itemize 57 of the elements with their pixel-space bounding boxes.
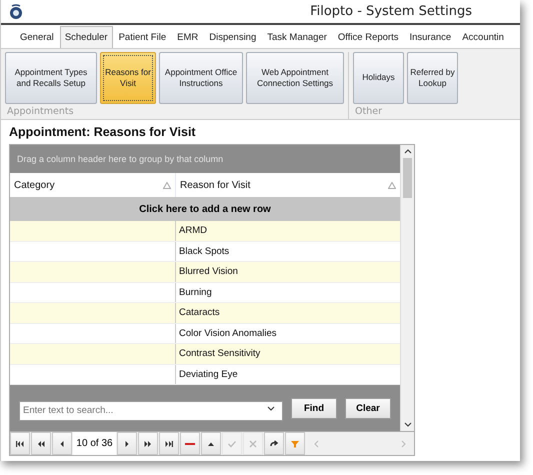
scroll-up-icon[interactable] [404,149,412,154]
cancel-icon [248,440,258,448]
table-cell-text: Burning [178,286,213,300]
tab[interactable]: Task Manager [262,26,332,48]
sort-icon [388,182,396,188]
redo-icon [269,440,279,448]
sort-icon [163,182,171,188]
group-label: Other [354,105,383,119]
ribbon-button[interactable]: Web Appointment Connection Settings [246,52,344,104]
table-cell-text: ARMD [178,224,208,238]
search-button[interactable]: Find [291,398,337,418]
add-new-row[interactable]: Click here to add a new row [10,197,400,221]
first-page-icon [15,440,25,448]
rewind-icon [36,440,46,448]
tab[interactable]: EMR [172,26,204,48]
app-logo-icon [9,4,23,20]
table-cell-text: Black Spots [178,244,230,259]
table-cell-text: Color Vision Anomalies [178,326,278,341]
ribbon-button[interactable]: Holidays [353,52,404,104]
ribbon-button[interactable]: Referred by Lookup [407,52,458,104]
scroll-thumb[interactable] [403,158,412,198]
tab[interactable]: Dispensing [204,26,262,48]
delete-button[interactable] [180,432,200,455]
dropdown-icon[interactable] [267,406,275,411]
search-button[interactable]: Clear [345,398,391,418]
ribbon-button[interactable]: Appointment Types and Recalls Setup [5,52,97,104]
table-cell-text: Deviating Eye [178,368,239,382]
tab[interactable]: Insurance [404,26,456,48]
page-heading: Appointment: Reasons for Visit [9,125,197,139]
ribbon-button[interactable]: Appointment Office Instructions [159,52,243,104]
redo-button[interactable] [264,432,284,455]
tab[interactable]: Scheduler [60,26,113,48]
search-field[interactable]: Enter text to search... [19,400,283,420]
last-page-icon [164,440,174,448]
tab[interactable]: Accountin [457,26,509,48]
first-button[interactable] [10,432,30,455]
table-cell-text: Contrast Sensitivity [178,347,262,362]
window-title: Filopto - System Settings [310,4,472,19]
group-label: Appointments [6,105,75,119]
group-panel: Drag a column header here to group by that column [10,145,400,173]
record-counter: 10 of 36 [73,432,116,455]
tab[interactable]: Patient File [114,26,172,48]
filter-icon [290,440,300,448]
checkmark-icon [227,440,237,448]
last-button[interactable] [159,432,179,455]
previous-page-button[interactable] [31,432,51,455]
next-page-button[interactable] [138,432,158,455]
ribbon-button[interactable]: Reasons for Visit [100,52,156,104]
up-button[interactable] [201,432,221,455]
vertical-scrollbar[interactable] [400,145,414,431]
tab[interactable]: Office Reports [332,26,404,48]
fast-forward-icon [143,440,153,448]
scroll-down-icon[interactable] [404,422,412,427]
table-cell-text: Blurred Vision [178,265,239,280]
tab[interactable]: General [15,26,59,48]
table-cell-text: Cataracts [178,306,221,320]
column-header[interactable]: Reason for Visit [176,173,400,197]
